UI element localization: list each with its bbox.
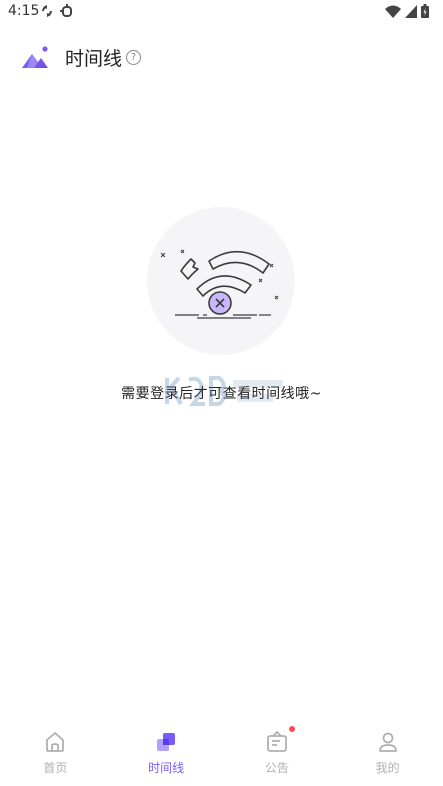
nav-item-timeline[interactable]: 时间线 (111, 716, 222, 786)
broken-wifi-icon (147, 207, 295, 355)
status-right-icons (385, 4, 429, 18)
timeline-screen: 4:15 时间线 ? 需要登录后才可查看时间线哦~ 首页 时间线 公告 我的 (0, 0, 443, 786)
status-time: 4:15 (8, 3, 40, 19)
page-header: 时间线 ? (0, 40, 443, 74)
mountain-logo-icon (22, 46, 48, 68)
notice-badge-dot (288, 726, 295, 732)
notice-icon-wrap (265, 726, 295, 754)
battery-icon (421, 4, 429, 18)
signal-icon (405, 4, 417, 18)
login-required-message: 需要登录后才可查看时间线哦~ (121, 386, 322, 402)
page-title: 时间线 (65, 48, 123, 70)
help-icon[interactable]: ? (126, 50, 141, 65)
nav-label-timeline: 时间线 (148, 761, 185, 775)
status-bar: 4:15 (0, 0, 443, 24)
nav-label-profile: 我的 (375, 761, 400, 775)
notice-icon (266, 730, 287, 752)
nav-label-home: 首页 (43, 761, 68, 775)
nav-label-notice: 公告 (264, 761, 289, 775)
home-icon (46, 732, 65, 752)
timeline-icon (157, 733, 176, 751)
nav-item-profile[interactable]: 我的 (332, 716, 443, 786)
profile-icon (378, 732, 397, 752)
sync-icon (42, 5, 52, 17)
status-left-icons (40, 4, 74, 18)
nav-item-home[interactable]: 首页 (0, 716, 111, 786)
nav-item-notice[interactable]: 公告 (222, 716, 333, 786)
bug-icon (60, 4, 72, 17)
wifi-icon (385, 5, 401, 18)
bottom-navigation: 首页 时间线 公告 我的 (0, 716, 443, 786)
